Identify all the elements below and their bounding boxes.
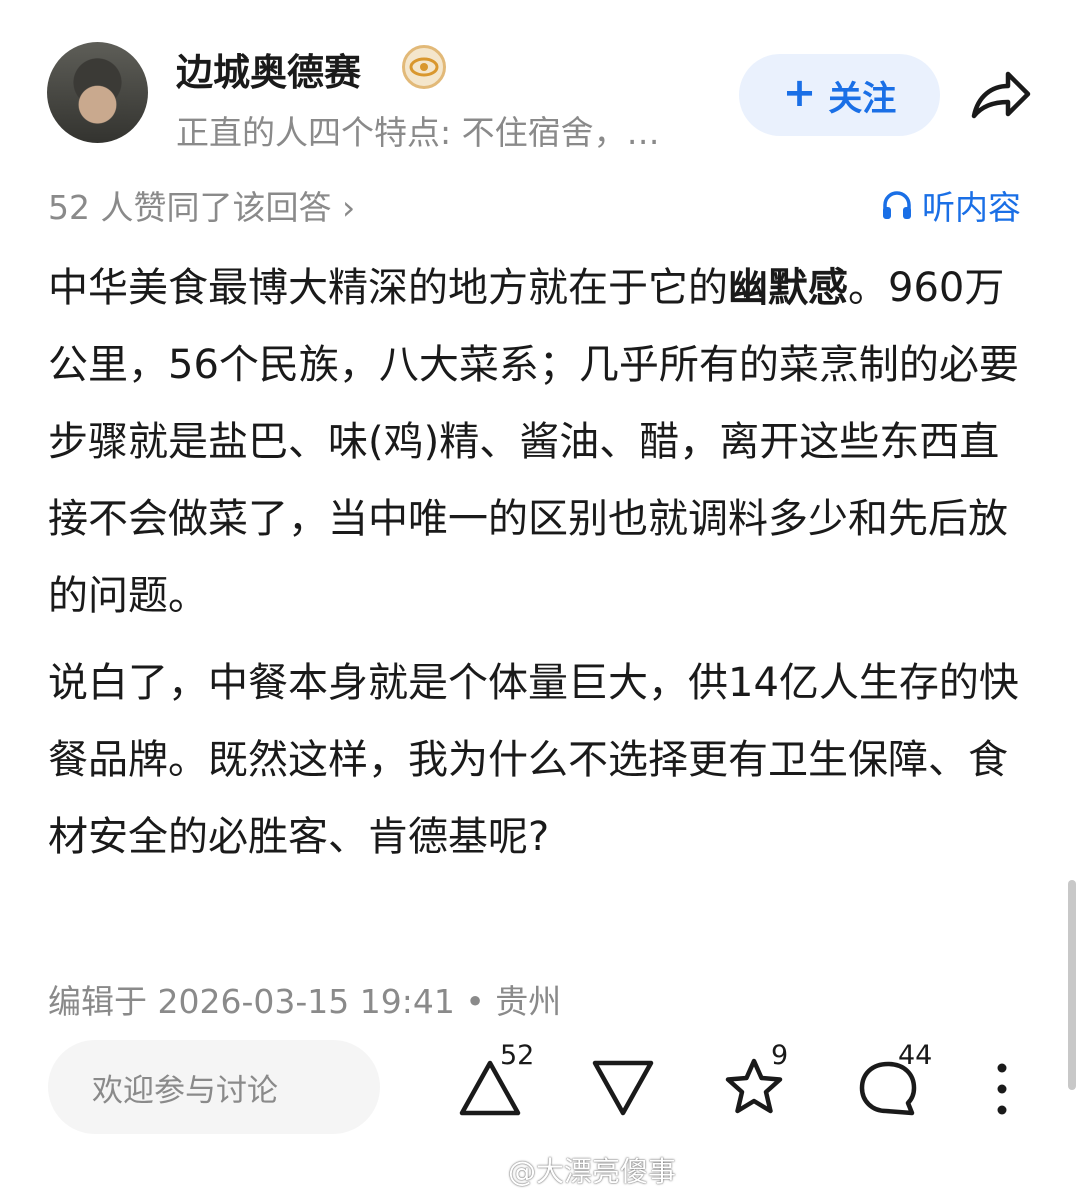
- answer-text: 中华美食最博大精深的地方就在于它的: [48, 265, 728, 311]
- more-options-icon[interactable]: [990, 1060, 1014, 1118]
- weibo-logo-icon: [468, 1158, 501, 1184]
- follow-button[interactable]: + 关注: [739, 54, 940, 136]
- listen-label: 听内容: [922, 188, 1021, 227]
- scrollbar[interactable]: [1068, 880, 1076, 1090]
- author-bio: 正直的人四个特点: 不住宿舍，…: [176, 113, 660, 152]
- watermark: @大漂亮傻事: [468, 1150, 676, 1190]
- watermark-text: @大漂亮傻事: [508, 1155, 677, 1188]
- answer-paragraph: 说白了，中餐本身就是个体量巨大，供14亿人生存的快餐品牌。既然这样，我为什么不选…: [48, 660, 1019, 860]
- downvote-icon[interactable]: [590, 1058, 656, 1118]
- upvote-summary-link[interactable]: 52 人赞同了该回答 ›: [48, 181, 355, 229]
- edit-timestamp: 编辑于 2026-03-15 19:41 • 贵州: [48, 982, 562, 1021]
- answer-bold-text: 幽默感: [728, 265, 848, 311]
- comment-count: 44: [898, 1040, 933, 1071]
- upvote-count: 52: [500, 1040, 535, 1071]
- comment-input[interactable]: 欢迎参与讨论: [48, 1040, 380, 1134]
- avatar[interactable]: [47, 42, 148, 143]
- listen-button[interactable]: 听内容: [880, 181, 1021, 229]
- share-icon[interactable]: [968, 66, 1034, 124]
- follow-label: 关注: [828, 78, 897, 119]
- plus-icon: +: [782, 70, 817, 116]
- verified-badge-icon: [402, 45, 446, 89]
- headphones-icon: [883, 191, 911, 219]
- answer-text: 。960万公里，56个民族，八大菜系；几乎所有的菜烹制的必要步骤就是盐巴、味(鸡…: [48, 265, 1019, 619]
- author-name[interactable]: 边城奥德赛: [176, 42, 361, 96]
- answer-paragraph: 中华美食最博大精深的地方就在于它的幽默感。960万公里，56个民族，八大菜系；几…: [48, 250, 1032, 635]
- comment-placeholder: 欢迎参与讨论: [92, 1072, 278, 1109]
- favorite-count: 9: [771, 1040, 789, 1071]
